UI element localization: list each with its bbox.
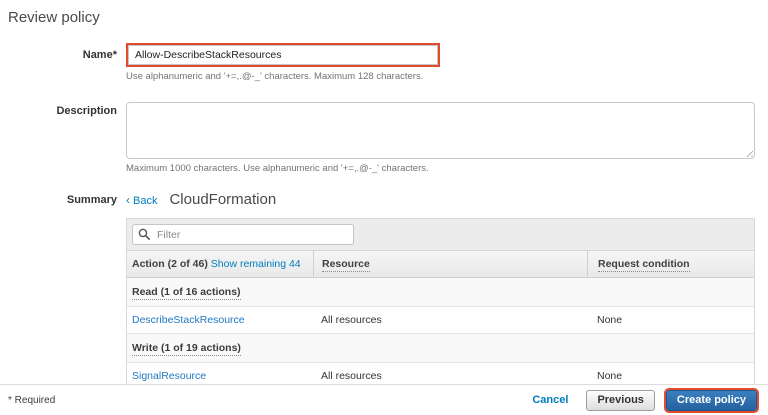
- cancel-link[interactable]: Cancel: [532, 394, 568, 406]
- name-help-text: Use alphanumeric and '+=,.@-_' character…: [126, 71, 755, 82]
- description-label: Description: [8, 102, 126, 117]
- show-remaining-link[interactable]: Show remaining 44: [211, 258, 301, 270]
- policy-name-input[interactable]: [128, 45, 438, 65]
- summary-row: Summary ‹Back CloudFormation: [8, 191, 758, 390]
- create-policy-button[interactable]: Create policy: [666, 390, 757, 411]
- group-header-read: Read (1 of 16 actions): [127, 278, 754, 307]
- group-header-write: Write (1 of 19 actions): [127, 334, 754, 363]
- column-header-request-condition: Request condition: [598, 258, 690, 272]
- description-row: Description Maximum 1000 characters. Use…: [8, 102, 758, 174]
- policy-summary-table: Action (2 of 46) Show remaining 44 Resou…: [126, 218, 755, 390]
- chevron-left-icon: ‹: [126, 193, 130, 207]
- back-link[interactable]: ‹Back: [126, 193, 157, 207]
- name-label: Name*: [8, 43, 126, 61]
- condition-cell: None: [597, 314, 622, 326]
- filter-band: [127, 219, 754, 251]
- service-title: CloudFormation: [169, 191, 276, 208]
- review-policy-page: Review policy Name* Use alphanumeric and…: [0, 0, 768, 390]
- description-help-text: Maximum 1000 characters. Use alphanumeri…: [126, 163, 755, 174]
- action-link-signal-resource[interactable]: SignalResource: [132, 370, 206, 382]
- required-note: * Required: [8, 395, 55, 406]
- back-link-label: Back: [133, 195, 157, 207]
- table-header-row: Action (2 of 46) Show remaining 44 Resou…: [127, 251, 754, 278]
- table-row: DescribeStackResource All resources None: [127, 307, 754, 334]
- resource-cell: All resources: [321, 370, 382, 382]
- name-row: Name* Use alphanumeric and '+=,.@-_' cha…: [8, 43, 758, 82]
- previous-button[interactable]: Previous: [586, 390, 654, 411]
- page-title: Review policy: [8, 9, 758, 26]
- summary-label: Summary: [8, 191, 126, 206]
- resource-cell: All resources: [321, 314, 382, 326]
- search-icon: [138, 228, 150, 240]
- action-link-describe-stack-resource[interactable]: DescribeStackResource: [132, 314, 245, 326]
- column-header-resource: Resource: [322, 258, 370, 272]
- filter-input[interactable]: [132, 224, 354, 245]
- annotation-highlight-name: [126, 43, 440, 67]
- footer-bar: * Required Cancel Previous Create policy: [0, 384, 768, 415]
- policy-description-textarea[interactable]: [126, 102, 755, 159]
- condition-cell: None: [597, 370, 622, 382]
- column-header-action: Action (2 of 46): [132, 258, 208, 270]
